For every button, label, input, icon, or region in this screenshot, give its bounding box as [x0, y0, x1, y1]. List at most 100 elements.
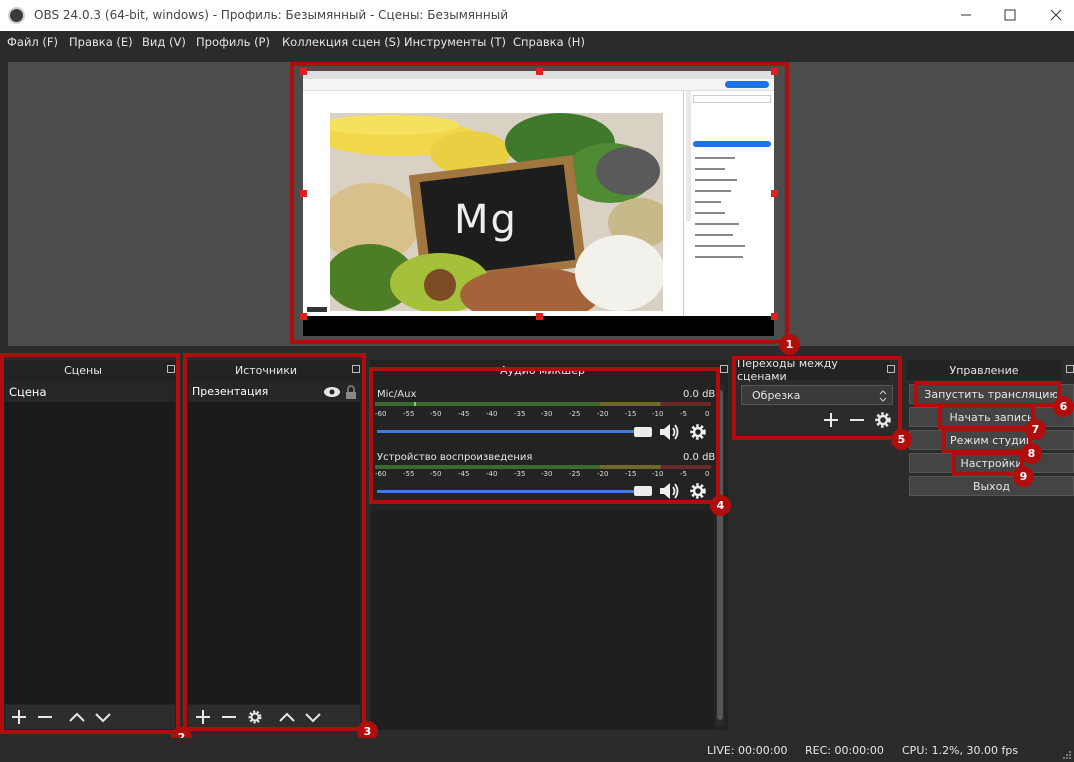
sources-title: Источники [234, 363, 298, 377]
meter-tick-label: -5 [680, 410, 687, 418]
rec-timer: REC: 00:00:00 [805, 744, 884, 757]
scene-item[interactable]: Сцена [5, 382, 175, 402]
sources-float-icon[interactable] [352, 365, 360, 373]
badge-4: 4 [710, 495, 731, 516]
resize-handle-top-left[interactable] [300, 68, 307, 75]
preview-source[interactable]: Mg [303, 71, 774, 316]
desktop-audio-slider-knob[interactable] [634, 486, 652, 496]
menu-edit[interactable]: Правка (E) [69, 35, 133, 49]
meter-tick-label: -10 [652, 470, 664, 478]
meter-tick-label: -45 [458, 470, 470, 478]
status-bar: LIVE: 00:00:00 REC: 00:00:00 CPU: 1.2%, … [0, 738, 1074, 762]
move-scene-down-icon[interactable] [93, 708, 113, 726]
meter-tick-label: -10 [652, 410, 664, 418]
menu-view[interactable]: Вид (V) [142, 35, 186, 49]
meter-tick-label: -30 [541, 410, 553, 418]
meter-tick-label: -40 [486, 410, 498, 418]
mic-aux-volume-slider[interactable] [377, 430, 651, 433]
menu-file[interactable]: Файл (F) [7, 35, 58, 49]
badge-9: 9 [1013, 466, 1034, 487]
meter-tick-label: -55 [403, 470, 415, 478]
resize-handle-bottom-left[interactable] [300, 313, 307, 320]
mixer-float-icon[interactable] [720, 365, 728, 373]
controls-title: Управление [906, 360, 1062, 380]
start-streaming-button[interactable]: Запустить трансляцию [909, 384, 1074, 404]
resize-grip-icon[interactable] [1062, 750, 1072, 760]
exit-button[interactable]: Выход [909, 476, 1074, 496]
meter-tick-label: -45 [458, 410, 470, 418]
move-scene-up-icon[interactable] [67, 708, 87, 726]
captured-share-button [725, 81, 769, 88]
mic-aux-slider-knob[interactable] [634, 427, 652, 437]
lock-icon[interactable] [345, 385, 357, 399]
resize-handle-top-right[interactable] [771, 68, 778, 75]
preview-mg-text: Mg [454, 197, 518, 243]
menu-help[interactable]: Справка (H) [513, 35, 585, 49]
mic-aux-db: 0.0 dB [683, 389, 716, 400]
menu-tools[interactable]: Инструменты (T) [404, 35, 506, 49]
move-source-up-icon[interactable] [277, 708, 297, 726]
mic-aux-volume-meter [375, 402, 711, 406]
sources-list[interactable]: Презентация [188, 382, 360, 704]
maximize-button[interactable] [996, 4, 1024, 26]
meter-tick-label: -60 [375, 410, 387, 418]
visibility-eye-icon[interactable] [323, 386, 341, 398]
add-scene-icon[interactable] [9, 708, 29, 726]
mixer-scroll-thumb[interactable] [717, 390, 723, 720]
meter-tick-label: -40 [486, 470, 498, 478]
resize-handle-bottom-right[interactable] [771, 313, 778, 320]
cpu-fps: CPU: 1.2%, 30.00 fps [902, 744, 1019, 757]
studio-mode-button[interactable]: Режим студии [909, 430, 1074, 450]
transition-select[interactable]: Обрезка [741, 385, 893, 405]
badge-6: 6 [1053, 396, 1074, 417]
source-properties-gear-icon[interactable] [245, 708, 265, 726]
meter-tick-label: -20 [597, 410, 609, 418]
meter-tick-label: -15 [625, 410, 637, 418]
captured-divider [683, 91, 684, 316]
transition-properties-gear-icon[interactable] [874, 411, 892, 429]
meter-tick-label: 0 [705, 410, 710, 418]
scenes-list[interactable]: Сцена [5, 382, 175, 704]
select-updown-icon [879, 390, 887, 402]
controls-float-icon[interactable] [1066, 365, 1074, 373]
settings-button[interactable]: Настройки [909, 453, 1074, 473]
desktop-audio-speaker-icon[interactable] [658, 481, 682, 501]
resize-handle-right[interactable] [771, 190, 778, 197]
meter-tick-label: -60 [375, 470, 387, 478]
remove-scene-icon[interactable] [35, 708, 55, 726]
scenes-title: Сцены [64, 363, 102, 377]
remove-transition-icon[interactable] [848, 411, 866, 429]
menu-profile[interactable]: Профиль (P) [196, 35, 270, 49]
remove-source-icon[interactable] [219, 708, 239, 726]
mixer-scrollbar[interactable] [716, 384, 724, 726]
menu-scene-collection[interactable]: Коллекция сцен (S) [282, 35, 400, 49]
resize-handle-left[interactable] [300, 190, 307, 197]
mic-aux-speaker-icon[interactable] [658, 422, 682, 442]
source-item-label: Презентация [192, 385, 269, 398]
start-recording-button[interactable]: Начать запись [909, 407, 1074, 427]
transitions-float-icon[interactable] [887, 365, 895, 373]
desktop-audio-settings-gear-icon[interactable] [689, 482, 707, 500]
source-item[interactable]: Презентация [188, 382, 360, 402]
captured-scrollbar [686, 91, 691, 221]
close-button[interactable] [1042, 4, 1070, 26]
preview-photo: Mg [330, 113, 663, 311]
meter-tick-label: 0 [705, 470, 710, 478]
add-transition-icon[interactable] [822, 411, 840, 429]
scenes-float-icon[interactable] [167, 365, 175, 373]
minimize-button[interactable] [952, 4, 980, 26]
transitions-title: Переходы между сценами [737, 357, 889, 383]
captured-toolbar [303, 79, 774, 91]
add-source-icon[interactable] [193, 708, 213, 726]
maximize-icon [1004, 9, 1016, 21]
sources-dock: Источники Презентация [186, 360, 361, 730]
resize-handle-top[interactable] [536, 68, 543, 75]
meter-tick-label: -50 [430, 470, 442, 478]
mic-aux-settings-gear-icon[interactable] [689, 423, 707, 441]
resize-handle-bottom[interactable] [536, 313, 543, 320]
desktop-audio-label: Устройство воспроизведения [377, 452, 533, 463]
move-source-down-icon[interactable] [303, 708, 323, 726]
badge-1: 1 [779, 334, 800, 355]
meter-tick-label: -55 [403, 410, 415, 418]
desktop-audio-volume-slider[interactable] [377, 490, 651, 493]
